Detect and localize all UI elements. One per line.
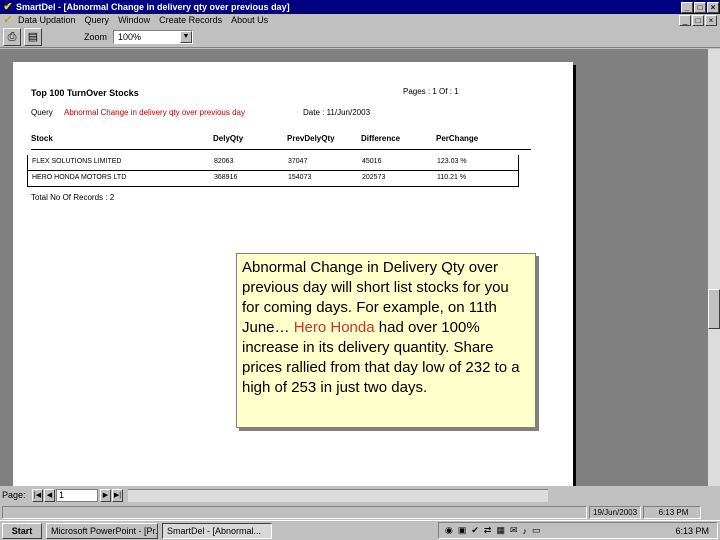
toolbar: ⎙ ▤ Zoom 100% ▼ <box>0 26 720 48</box>
zoom-value: 100% <box>118 31 142 42</box>
scroll-thumb[interactable] <box>708 289 720 329</box>
page-number-input[interactable]: 1 <box>56 488 98 502</box>
first-page-icon[interactable]: |◀ <box>32 488 43 502</box>
zoom-label: Zoom <box>84 31 108 42</box>
export-icon[interactable]: ▤ <box>24 27 42 46</box>
doc-close-button[interactable]: × <box>705 15 717 26</box>
status-panel-main <box>2 506 587 519</box>
page-info: Pages : 1 Of : 1 <box>403 87 459 96</box>
page-label: Page: <box>2 490 26 500</box>
callout-highlight: Hero Honda <box>293 319 375 336</box>
menu-window[interactable]: Window <box>118 15 150 25</box>
cell-per-change: 110.21 % <box>437 174 467 181</box>
page-navigation: Page: |◀ ◀ 1 ▶ ▶| <box>0 486 720 504</box>
table-row: FLEX SOLUTIONS LIMITED 82063 37047 45016… <box>27 155 519 171</box>
horizontal-scrollbar[interactable] <box>128 488 548 502</box>
column-header: PrevDelyQty <box>287 134 335 143</box>
table-header: Stock DelyQty PrevDelyQty Difference Per… <box>31 134 531 150</box>
prev-page-icon[interactable]: ◀ <box>44 488 55 502</box>
taskbar: Start Microsoft PowerPoint - [Pr... Smar… <box>0 520 720 540</box>
cell-difference: 202573 <box>362 174 386 181</box>
check-icon[interactable]: ✔ <box>471 525 479 536</box>
task-smartdel[interactable]: SmartDel - [Abnormal... <box>162 522 272 539</box>
cell-per-change: 123.03 % <box>437 158 467 165</box>
menu-data-updation[interactable]: Data Updation <box>18 15 76 25</box>
cell-stock: FLEX SOLUTIONS LIMITED <box>32 158 122 165</box>
query-text: Abnormal Change in delivery qty over pre… <box>64 108 245 117</box>
folder-icon[interactable]: ▣ <box>458 525 467 536</box>
status-time: 6:13 PM <box>643 506 701 519</box>
zoom-select[interactable]: 100% ▼ <box>113 29 194 44</box>
table-row: HERO HONDA MOTORS LTD 368916 154073 2025… <box>27 171 519 187</box>
total-records: Total No Of Records : 2 <box>31 193 115 202</box>
title-bar: ✔ SmartDel - [Abnormal Change in deliver… <box>0 0 720 14</box>
chat-icon[interactable]: ✉ <box>510 525 518 536</box>
system-tray: ◉ ▣ ✔ ⇄ ▦ ✉ ♪ ▭ 6:13 PM <box>438 522 718 539</box>
network-icon[interactable]: ⇄ <box>484 525 492 536</box>
column-header: Difference <box>361 134 401 143</box>
taskbar-clock: 6:13 PM <box>675 525 709 536</box>
task-powerpoint[interactable]: Microsoft PowerPoint - [Pr... <box>46 522 158 539</box>
menu-bar: ✔ Data Updation Query Window Create Reco… <box>0 14 720 26</box>
window-title: SmartDel - [Abnormal Change in delivery … <box>16 2 290 12</box>
start-button[interactable]: Start <box>2 522 42 539</box>
cell-dely-qty: 368916 <box>214 174 238 181</box>
annotation-callout: Abnormal Change in Delivery Qty over pre… <box>236 253 536 428</box>
document-icon[interactable]: ✔ <box>2 14 14 26</box>
query-label: Query <box>31 108 53 117</box>
status-date: 19/Jun/2003 <box>589 506 641 519</box>
calculator-icon[interactable]: ▦ <box>496 525 505 536</box>
menu-query[interactable]: Query <box>85 15 110 25</box>
column-header: Stock <box>31 134 53 143</box>
cell-prev-dely-qty: 154073 <box>288 174 312 181</box>
last-page-icon[interactable]: ▶| <box>112 488 123 502</box>
speaker-icon[interactable]: ♪ <box>523 526 528 536</box>
column-header: PerChange <box>436 134 479 143</box>
cell-prev-dely-qty: 37047 <box>288 158 308 165</box>
report-date: Date : 11/Jun/2003 <box>303 108 371 117</box>
cell-stock: HERO HONDA MOTORS LTD <box>32 174 127 181</box>
cell-difference: 45016 <box>362 158 382 165</box>
report-title: Top 100 TurnOver Stocks <box>31 88 139 98</box>
column-header: DelyQty <box>213 134 244 143</box>
vertical-scrollbar[interactable] <box>708 49 720 486</box>
menu-create-records[interactable]: Create Records <box>159 15 222 25</box>
chevron-down-icon[interactable]: ▼ <box>180 30 193 43</box>
smartdel-app-icon[interactable]: ✔ <box>2 1 14 13</box>
status-bar: 19/Jun/2003 6:13 PM <box>0 504 720 520</box>
globe-icon[interactable]: ◉ <box>445 525 453 536</box>
print-icon[interactable]: ⎙ <box>3 27 21 46</box>
next-page-icon[interactable]: ▶ <box>100 488 111 502</box>
doc-restore-button[interactable]: □ <box>692 15 704 26</box>
cell-dely-qty: 82063 <box>214 158 234 165</box>
minimize-button[interactable]: _ <box>681 1 693 13</box>
menu-about-us[interactable]: About Us <box>231 15 268 25</box>
doc-minimize-button[interactable]: _ <box>679 15 691 26</box>
close-button[interactable]: × <box>707 1 719 13</box>
monitor-icon[interactable]: ▭ <box>532 525 541 536</box>
maximize-button[interactable]: □ <box>694 1 706 13</box>
